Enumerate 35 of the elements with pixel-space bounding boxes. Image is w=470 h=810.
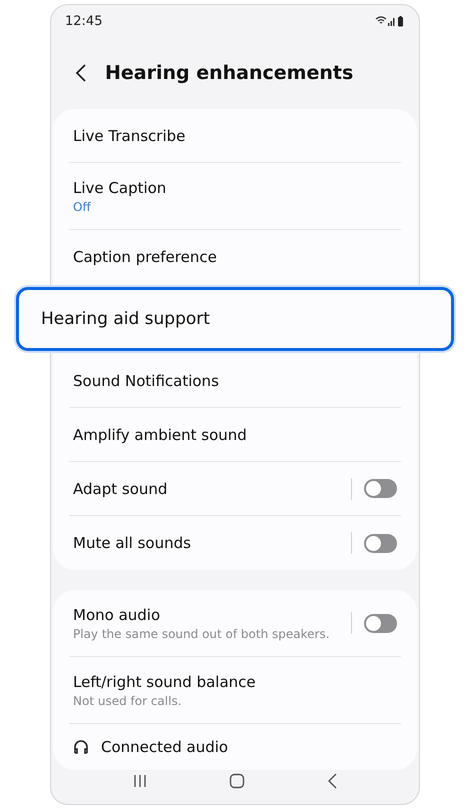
item-title: Caption preference [73,248,218,266]
item-title: Hearing aid support [41,309,211,329]
settings-item[interactable]: Live Caption Off [69,163,401,230]
item-title: Sound Notifications [73,372,220,390]
settings-item[interactable]: Mono audio Play the same sound out of both speakers. [69,590,401,657]
item-subtitle: Not used for calls. [73,694,183,708]
settings-item[interactable]: Adapt sound [69,462,401,516]
status-time: 12:45 [65,14,102,28]
settings-item[interactable]: Sound Notifications [69,354,401,408]
item-title: Amplify ambient sound [73,426,248,444]
settings-item[interactable]: Amplify ambient sound [69,408,401,462]
settings-item[interactable]: Hearing aid support [16,287,454,351]
back-nav-icon[interactable] [326,773,338,789]
toggle-switch[interactable] [364,479,397,498]
headphones-icon [73,739,89,755]
settings-item[interactable]: Left/right sound balance Not used for calls. [69,657,401,724]
section-header: Connected audio [101,738,228,756]
item-title: Live Caption [73,178,168,196]
recents-icon[interactable] [132,773,148,789]
item-subtitle: Off [73,200,92,214]
item-title: Left/right sound balance [73,672,257,690]
settings-item[interactable]: Mute all sounds [69,516,401,570]
settings-item[interactable]: Live Transcribe [69,109,401,163]
settings-item[interactable]: Caption preference [69,230,401,284]
toggle-switch[interactable] [364,534,397,552]
status-icons [375,15,405,27]
item-title: Live Transcribe [73,126,186,144]
item-title: Adapt sound [73,480,168,498]
toggle-switch[interactable] [364,614,397,632]
item-subtitle: Play the same sound out of both speakers. [73,626,331,640]
item-title: Mute all sounds [73,534,192,552]
home-icon[interactable] [228,773,245,789]
page-title: Hearing enhancements [105,62,354,84]
back-icon[interactable] [75,64,87,82]
item-title: Mono audio [73,606,162,624]
